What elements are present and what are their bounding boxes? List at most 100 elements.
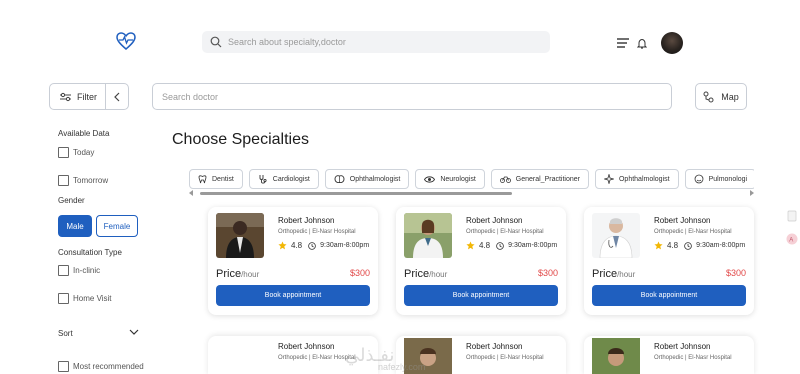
today-label: Today: [73, 148, 95, 157]
doctor-specialty: Orthopedic | El-Nasr Hospital: [466, 229, 544, 235]
doctor-name[interactable]: Robert Johnson: [278, 342, 334, 351]
bell-icon[interactable]: [637, 38, 647, 49]
doctor-name[interactable]: Robert Johnson: [278, 216, 334, 225]
doctor-search[interactable]: [152, 83, 672, 110]
book-appointment-button[interactable]: Book appointment: [592, 285, 746, 306]
price-label: Price/hour: [216, 268, 259, 280]
chip-ophthalmologist[interactable]: Ophthalmologist: [324, 169, 410, 189]
chips-scrollbar-thumb[interactable]: [200, 192, 512, 195]
doctor-search-input[interactable]: [162, 91, 642, 102]
page-icon[interactable]: [786, 210, 798, 222]
smile-icon: [694, 174, 703, 184]
doctor-specialty: Orthopedic | El-Nasr Hospital: [654, 355, 732, 361]
doctor-photo: [592, 338, 640, 374]
chevron-down-icon[interactable]: [129, 329, 139, 335]
most-recommended-label: Most recommended: [73, 362, 144, 371]
svg-text:A: A: [789, 238, 793, 244]
price-label: Price/hour: [404, 268, 447, 280]
star-icon: [466, 241, 475, 250]
tomorrow-checkbox[interactable]: [58, 175, 69, 186]
home-visit-label: Home Visit: [73, 294, 112, 303]
today-option[interactable]: Today: [58, 147, 94, 158]
sparkle-icon: [603, 174, 614, 184]
price-value: $300: [349, 268, 370, 278]
price-unit: /hour: [241, 270, 260, 279]
map-button[interactable]: Map: [695, 83, 747, 110]
price-text: Price: [404, 268, 430, 280]
chip-dentist[interactable]: Dentist: [189, 169, 243, 189]
in-clinic-option[interactable]: In-clinic: [58, 265, 100, 276]
gender-female-button[interactable]: Female: [96, 215, 138, 237]
header-search-input[interactable]: [228, 37, 528, 47]
doctor-rating: 4.8: [667, 241, 679, 250]
doctor-card: Robert Johnson Orthopedic | El-Nasr Hosp…: [396, 207, 566, 315]
today-checkbox[interactable]: [58, 147, 69, 158]
chip-label: Neurologist: [440, 175, 476, 183]
chip-cardiologist[interactable]: Cardiologist: [248, 169, 319, 189]
tomorrow-label: Tomorrow: [73, 176, 109, 185]
gender-title: Gender: [58, 196, 85, 205]
header-search[interactable]: [202, 31, 550, 53]
most-recommended-option[interactable]: Most recommended: [58, 361, 144, 372]
price-value: $300: [537, 268, 558, 278]
scroll-right-arrow[interactable]: [750, 190, 754, 196]
filter-label: Filter: [77, 91, 97, 102]
doctor-hours: 9:30am-8:00pm: [508, 242, 558, 249]
book-appointment-button[interactable]: Book appointment: [404, 285, 558, 306]
filter-button[interactable]: Filter: [49, 83, 129, 110]
user-avatar[interactable]: [661, 32, 683, 54]
in-clinic-label: In-clinic: [73, 266, 101, 275]
book-appointment-button[interactable]: Book appointment: [216, 285, 370, 306]
doctor-card: Robert Johnson Orthopedic | El-Nasr Hosp…: [208, 207, 378, 315]
doctor-name[interactable]: Robert Johnson: [654, 216, 710, 225]
stethoscope-icon: [259, 175, 267, 184]
chip-pulmonologist[interactable]: Pulmonologi: [684, 169, 754, 189]
price-text: Price: [216, 268, 242, 280]
menu-icon[interactable]: [617, 38, 629, 48]
chip-neurologist[interactable]: Neurologist: [415, 169, 485, 189]
chip-label: Pulmonologi: [708, 175, 748, 183]
doctor-photo: [216, 338, 264, 374]
clock-icon: [496, 241, 504, 250]
doctor-photo: [216, 213, 264, 258]
search-icon: [210, 36, 222, 48]
chip-ophthalmologist-2[interactable]: Ophthalmologist: [594, 169, 679, 189]
chip-general-practitioner[interactable]: General_Practitioner: [490, 169, 589, 189]
doctor-name[interactable]: Robert Johnson: [466, 342, 522, 351]
doctor-rating: 4.8: [291, 241, 303, 250]
doctor-name[interactable]: Robert Johnson: [466, 216, 522, 225]
price-text: Price: [592, 268, 618, 280]
doctor-specialty: Orthopedic | El-Nasr Hospital: [278, 229, 356, 235]
home-visit-checkbox[interactable]: [58, 293, 69, 304]
doctor-specialty: Orthopedic | El-Nasr Hospital: [278, 355, 356, 361]
side-tools: A: [786, 210, 798, 246]
sort-title: Sort: [58, 329, 73, 338]
brain-icon: [334, 174, 345, 183]
home-visit-option[interactable]: Home Visit: [58, 293, 112, 304]
doctor-card: Robert Johnson Orthopedic | El-Nasr Hosp…: [584, 336, 754, 374]
doctor-card: Robert Johnson Orthopedic | El-Nasr Hosp…: [584, 207, 754, 315]
map-pin-icon: [703, 91, 714, 102]
tooth-icon: [198, 174, 207, 183]
consultation-type-title: Consultation Type: [58, 248, 122, 257]
clock-icon: [308, 241, 316, 250]
doctor-specialty: Orthopedic | El-Nasr Hospital: [654, 229, 732, 235]
price-label: Price/hour: [592, 268, 635, 280]
scroll-left-arrow[interactable]: [189, 190, 193, 196]
chevron-left-icon: [114, 92, 120, 101]
gender-male-button[interactable]: Male: [58, 215, 92, 237]
doctor-name[interactable]: Robert Johnson: [654, 342, 710, 351]
price-unit: /hour: [617, 270, 636, 279]
heart-pulse-logo[interactable]: [115, 30, 137, 52]
most-recommended-checkbox[interactable]: [58, 361, 69, 372]
collapse-filter-button[interactable]: [106, 92, 128, 102]
translate-icon[interactable]: A: [786, 232, 798, 246]
in-clinic-checkbox[interactable]: [58, 265, 69, 276]
doctor-hours: 9:30am-8:00pm: [320, 242, 370, 249]
tomorrow-option[interactable]: Tomorrow: [58, 175, 108, 186]
doctor-photo: [592, 213, 640, 258]
map-label: Map: [721, 91, 739, 102]
doctor-photo: [404, 213, 452, 258]
star-icon: [278, 241, 287, 250]
chip-label: Ophthalmologist: [349, 175, 401, 183]
